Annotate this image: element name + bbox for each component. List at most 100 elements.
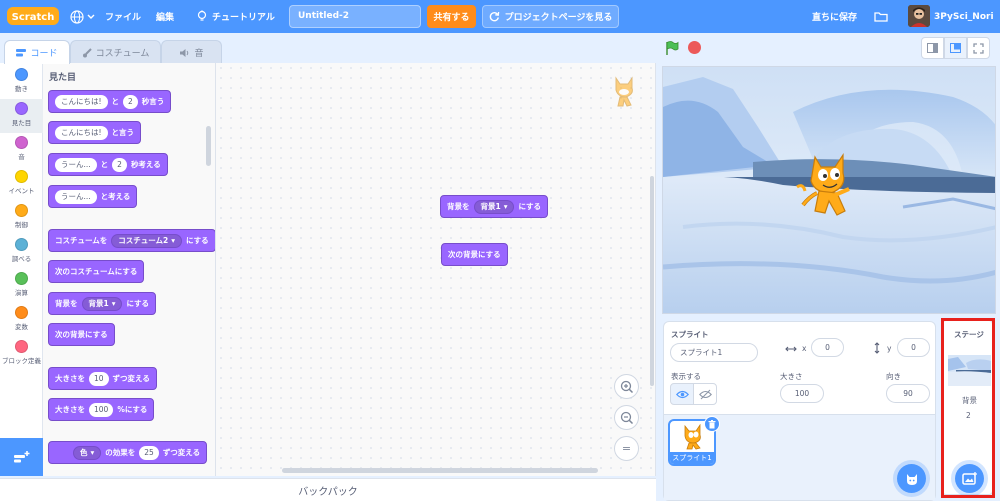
block-input[interactable]: 100 [89,402,114,417]
block-text: と [100,160,109,169]
category-label: 演算 [15,289,28,297]
script-block-switch-backdrop[interactable]: 背景を 背景1 ▾ にする [440,195,549,218]
category-variables[interactable]: 変数 [0,303,43,337]
choose-sprite-button[interactable] [897,464,926,493]
edit-menu-label: 編集 [156,13,175,23]
delete-sprite-button[interactable] [704,416,720,432]
zoom-out-icon [620,411,633,424]
sprite-watermark-icon [615,76,633,107]
my-stuff-button[interactable] [874,0,888,33]
language-menu[interactable] [70,0,95,33]
category-looks[interactable]: 見た目 [0,99,43,133]
block-input[interactable]: 2 [123,94,138,109]
add-extension-button[interactable] [0,438,43,476]
edit-menu[interactable]: 編集 [156,0,174,33]
category-dot [15,306,28,319]
zoom-in-icon [620,380,633,393]
tab-code[interactable]: コード [4,40,70,64]
block-change-size[interactable]: 大きさを 10 ずつ変える [48,367,157,390]
category-my-blocks[interactable]: ブロック定義 [0,337,43,371]
script-vertical-scrollbar[interactable] [650,176,654,386]
block-next-costume[interactable]: 次のコスチュームにする [48,260,145,283]
account-menu[interactable]: 3PySci_Nori [934,0,994,33]
block-dropdown[interactable]: 背景1 ▾ [81,296,123,311]
block-input[interactable]: こんにちは! [55,125,108,140]
block-think-for-secs[interactable]: うーん... と 2 秒考える [48,153,168,176]
sprite-name-input[interactable]: スプライト1 [670,343,758,362]
category-label: 調べる [11,255,32,263]
eye-slash-icon [698,389,712,399]
block-input[interactable]: 25 [139,445,159,460]
block-set-size[interactable]: 大きさを 100 %にする [48,398,155,421]
palette-scrollbar[interactable] [206,126,211,166]
menu-bar: Scratch ファイル 編集 チュートリアル Untitled-2 共有する … [0,0,1000,33]
category-operators[interactable]: 演算 [0,269,43,303]
block-dropdown[interactable]: 色 ▾ [73,445,102,460]
avatar[interactable] [908,5,930,27]
tutorials-menu[interactable]: チュートリアル [196,0,275,33]
category-label: 見た目 [11,119,32,127]
scratch-logo[interactable]: Scratch [7,6,59,26]
block-say[interactable]: こんにちは! と言う [48,121,142,144]
show-sprite-button[interactable] [670,383,694,405]
direction-input[interactable]: 90 [886,384,930,403]
fullscreen-button[interactable] [967,37,990,59]
zoom-in-button[interactable] [614,374,639,399]
block-next-backdrop[interactable]: 次の背景にする [48,323,115,346]
category-control[interactable]: 制御 [0,201,43,235]
see-project-page-label: プロジェクトページを見る [504,13,613,23]
large-stage-button[interactable] [944,37,967,59]
category-sound[interactable]: 音 [0,133,43,167]
hide-sprite-button[interactable] [693,383,717,405]
green-flag-icon[interactable] [664,40,680,56]
stage-canvas[interactable] [662,66,996,314]
block-input[interactable]: 10 [89,371,109,386]
block-dropdown-value: コスチューム2 [118,236,169,245]
category-label: 音 [18,153,25,161]
block-dropdown[interactable]: 背景1 ▾ [473,199,515,214]
block-think[interactable]: うーん... と考える [48,185,138,208]
block-input[interactable]: うーん... [55,189,97,204]
tab-sounds[interactable]: 音 [161,40,222,64]
block-dropdown[interactable]: コスチューム2 ▾ [111,233,183,248]
fullscreen-icon [973,42,984,54]
block-text: 秒言う [141,97,165,106]
small-stage-button[interactable] [921,37,944,59]
block-text: 秒考える [130,160,161,169]
size-input[interactable]: 100 [780,384,824,403]
share-button[interactable]: 共有する [427,5,476,28]
tutorials-label: チュートリアル [212,13,275,23]
project-title-input[interactable]: Untitled-2 [289,5,421,28]
script-area[interactable] [216,63,656,476]
y-label: y [887,344,892,353]
file-menu[interactable]: ファイル [105,0,141,33]
trash-icon [708,419,716,428]
block-say-for-secs[interactable]: こんにちは! と 2 秒言う [48,90,172,113]
block-text: にする [126,299,150,308]
category-sensing[interactable]: 調べる [0,235,43,269]
category-events[interactable]: イベント [0,167,43,201]
script-block-next-backdrop[interactable]: 次の背景にする [441,243,508,266]
category-motion[interactable]: 動き [0,65,43,99]
block-input[interactable]: こんにちは! [55,94,108,109]
backpack[interactable]: バックパック [0,478,656,501]
block-switch-costume[interactable]: コスチュームを コスチューム2 ▾ にする [48,229,215,252]
tab-costumes[interactable]: コスチューム [70,40,161,64]
tab-costumes-label: コスチューム [95,49,150,59]
block-input[interactable]: うーん... [55,157,97,172]
palette-section-title: 見た目 [49,73,77,83]
block-input[interactable]: 2 [112,157,127,172]
zoom-reset-button[interactable]: = [614,436,639,461]
block-change-effect[interactable]: 色 ▾ の効果を 25 ずつ変える [48,441,208,464]
see-project-page-button[interactable]: プロジェクトページを見る [482,5,619,28]
block-text: と言う [111,128,135,137]
zoom-out-button[interactable] [614,405,639,430]
stop-button[interactable] [688,41,701,54]
script-horizontal-scrollbar[interactable] [282,468,598,473]
save-now-button[interactable]: 直ちに保存 [812,0,857,33]
cat-thumbnail-image [684,424,701,450]
y-position-input[interactable]: 0 [897,338,930,357]
y-arrows-icon [874,342,880,354]
block-switch-backdrop[interactable]: 背景を 背景1 ▾ にする [48,292,157,315]
x-position-input[interactable]: 0 [811,338,844,357]
